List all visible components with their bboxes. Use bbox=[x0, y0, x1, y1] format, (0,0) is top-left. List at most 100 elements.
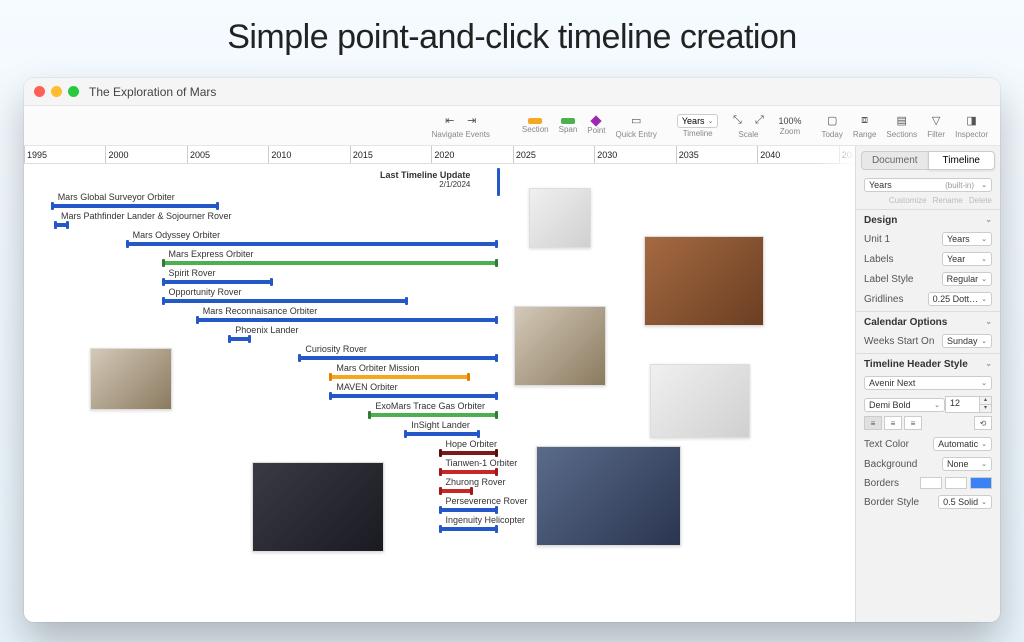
event-label: Hope Orbiter bbox=[446, 439, 498, 449]
event-label: Zhurong Rover bbox=[446, 477, 506, 487]
event-label: Curiosity Rover bbox=[305, 344, 367, 354]
borderstyle-popup[interactable]: 0.5 Solid bbox=[938, 495, 992, 509]
unit1-popup[interactable]: Years bbox=[942, 232, 992, 246]
size-stepper[interactable]: 12▴▾ bbox=[945, 396, 992, 413]
event-label: Mars Global Surveyor Orbiter bbox=[58, 192, 175, 202]
range-icon: ⧈ bbox=[856, 113, 874, 129]
year-tick: 2045 bbox=[839, 146, 855, 163]
span-tool[interactable]: Span bbox=[555, 118, 582, 134]
event-label: Phoenix Lander bbox=[235, 325, 298, 335]
thumb-mars-surface[interactable] bbox=[644, 236, 764, 326]
align-center-icon[interactable]: ≡ bbox=[884, 416, 902, 430]
traffic-lights bbox=[34, 86, 79, 97]
zoom-tool[interactable]: 100%Zoom bbox=[774, 116, 805, 136]
font-popup[interactable]: Avenir Next bbox=[864, 376, 992, 390]
today-marker bbox=[497, 168, 500, 196]
sections-icon: ▤ bbox=[893, 113, 911, 129]
tab-document[interactable]: Document bbox=[861, 151, 928, 170]
timeline-popup[interactable]: YearsTimeline bbox=[673, 114, 723, 138]
point-tool[interactable]: Point bbox=[583, 117, 609, 135]
filter-button[interactable]: ▽Filter bbox=[923, 113, 949, 139]
event-label: Spirit Rover bbox=[169, 268, 216, 278]
tab-timeline[interactable]: Timeline bbox=[928, 151, 996, 170]
customize-button[interactable]: Customize bbox=[889, 196, 927, 205]
close-icon[interactable] bbox=[34, 86, 45, 97]
event-label: Perseverence Rover bbox=[446, 496, 528, 506]
border-opt-1[interactable] bbox=[920, 477, 942, 489]
auto-align-icon[interactable]: ⟲ bbox=[974, 416, 992, 430]
thumb-orbiter-1[interactable] bbox=[529, 188, 591, 248]
sections-button[interactable]: ▤Sections bbox=[882, 113, 921, 139]
design-section[interactable]: Design bbox=[856, 209, 1000, 229]
year-tick: 2035 bbox=[676, 146, 699, 163]
scale-in-icon[interactable]: ⤢ bbox=[750, 113, 768, 129]
titlebar: The Exploration of Mars bbox=[24, 78, 1000, 106]
event-bar[interactable]: Phoenix Lander bbox=[229, 337, 250, 351]
event-label: Opportunity Rover bbox=[169, 287, 242, 297]
inspector-tabs: Document Timeline bbox=[856, 146, 1000, 175]
year-tick: 2030 bbox=[594, 146, 617, 163]
labelstyle-popup[interactable]: Regular bbox=[942, 272, 992, 286]
border-opt-2[interactable] bbox=[945, 477, 967, 489]
thumb-orbiter-2[interactable] bbox=[514, 306, 606, 386]
minimize-icon[interactable] bbox=[51, 86, 62, 97]
event-label: ExoMars Trace Gas Orbiter bbox=[375, 401, 485, 411]
event-label: Tianwen-1 Orbiter bbox=[446, 458, 518, 468]
quick-entry-tool[interactable]: ▭Quick Entry bbox=[612, 113, 661, 139]
year-tick: 2005 bbox=[187, 146, 210, 163]
year-ruler: 1995200020052010201520202025203020352040… bbox=[24, 146, 855, 164]
headerstyle-section[interactable]: Timeline Header Style bbox=[856, 353, 1000, 373]
section-icon bbox=[528, 118, 542, 124]
next-event-icon[interactable]: ⇥ bbox=[463, 113, 481, 129]
textcolor-popup[interactable]: Automatic bbox=[933, 437, 992, 451]
prev-event-icon[interactable]: ⇤ bbox=[441, 113, 459, 129]
event-label: Mars Reconnaisance Orbiter bbox=[203, 306, 318, 316]
hero-title: Simple point-and-click timeline creation bbox=[0, 0, 1024, 71]
app-window: The Exploration of Mars ⇤ ⇥ Navigate Eve… bbox=[24, 78, 1000, 622]
scale-tool[interactable]: ⤡⤢Scale bbox=[724, 113, 772, 139]
point-icon bbox=[591, 115, 602, 126]
window-title: The Exploration of Mars bbox=[89, 85, 216, 99]
event-bar[interactable]: Mars Pathfinder Lander & Sojourner Rover bbox=[55, 223, 68, 237]
inspector-icon: ◨ bbox=[963, 113, 981, 129]
thumb-sojourner[interactable] bbox=[90, 348, 172, 410]
event-label: MAVEN Orbiter bbox=[336, 382, 397, 392]
event-label: Ingenuity Helicopter bbox=[446, 515, 526, 525]
year-tick: 2020 bbox=[431, 146, 454, 163]
event-label: Mars Odyssey Orbiter bbox=[133, 230, 221, 240]
zoom-icon[interactable] bbox=[68, 86, 79, 97]
background-popup[interactable]: None bbox=[942, 457, 992, 471]
filter-icon: ▽ bbox=[927, 113, 945, 129]
thumb-maven[interactable] bbox=[536, 446, 681, 546]
inspector-button[interactable]: ◨Inspector bbox=[951, 113, 992, 139]
year-tick: 2010 bbox=[268, 146, 291, 163]
event-label: Mars Pathfinder Lander & Sojourner Rover bbox=[61, 211, 232, 221]
event-bar[interactable]: Ingenuity Helicopter bbox=[440, 527, 497, 541]
year-tick: 2000 bbox=[105, 146, 128, 163]
weeksstart-popup[interactable]: Sunday bbox=[942, 334, 992, 348]
border-opt-3[interactable] bbox=[970, 477, 992, 489]
weight-popup[interactable]: Demi Bold bbox=[864, 398, 945, 412]
scale-out-icon[interactable]: ⤡ bbox=[728, 113, 746, 129]
today-button[interactable]: ▢Today bbox=[817, 113, 846, 139]
align-right-icon[interactable]: ≡ bbox=[904, 416, 922, 430]
year-tick: 2015 bbox=[350, 146, 373, 163]
range-button[interactable]: ⧈Range bbox=[849, 113, 881, 139]
calendar-section[interactable]: Calendar Options bbox=[856, 311, 1000, 331]
update-note: Last Timeline Update2/1/2024 bbox=[380, 170, 470, 189]
align-left-icon[interactable]: ≡ bbox=[864, 416, 882, 430]
inspector-sidebar: Document Timeline Years (built-in) Custo… bbox=[855, 146, 1000, 622]
labels-popup[interactable]: Year bbox=[942, 252, 992, 266]
gridlines-popup[interactable]: 0.25 Dott… bbox=[928, 292, 992, 306]
toolbar: ⇤ ⇥ Navigate Events Section Span Point ▭… bbox=[24, 106, 1000, 146]
timeline-canvas[interactable]: 1995200020052010201520202025203020352040… bbox=[24, 146, 855, 622]
section-tool[interactable]: Section bbox=[518, 118, 553, 134]
thumb-diagram[interactable] bbox=[650, 364, 750, 438]
year-tick: 2040 bbox=[757, 146, 780, 163]
quick-entry-icon: ▭ bbox=[627, 113, 645, 129]
today-icon: ▢ bbox=[823, 113, 841, 129]
delete-button[interactable]: Delete bbox=[969, 196, 992, 205]
navigate-events[interactable]: ⇤ ⇥ Navigate Events bbox=[428, 113, 494, 139]
rename-button[interactable]: Rename bbox=[933, 196, 963, 205]
thumb-insight[interactable] bbox=[252, 462, 384, 552]
